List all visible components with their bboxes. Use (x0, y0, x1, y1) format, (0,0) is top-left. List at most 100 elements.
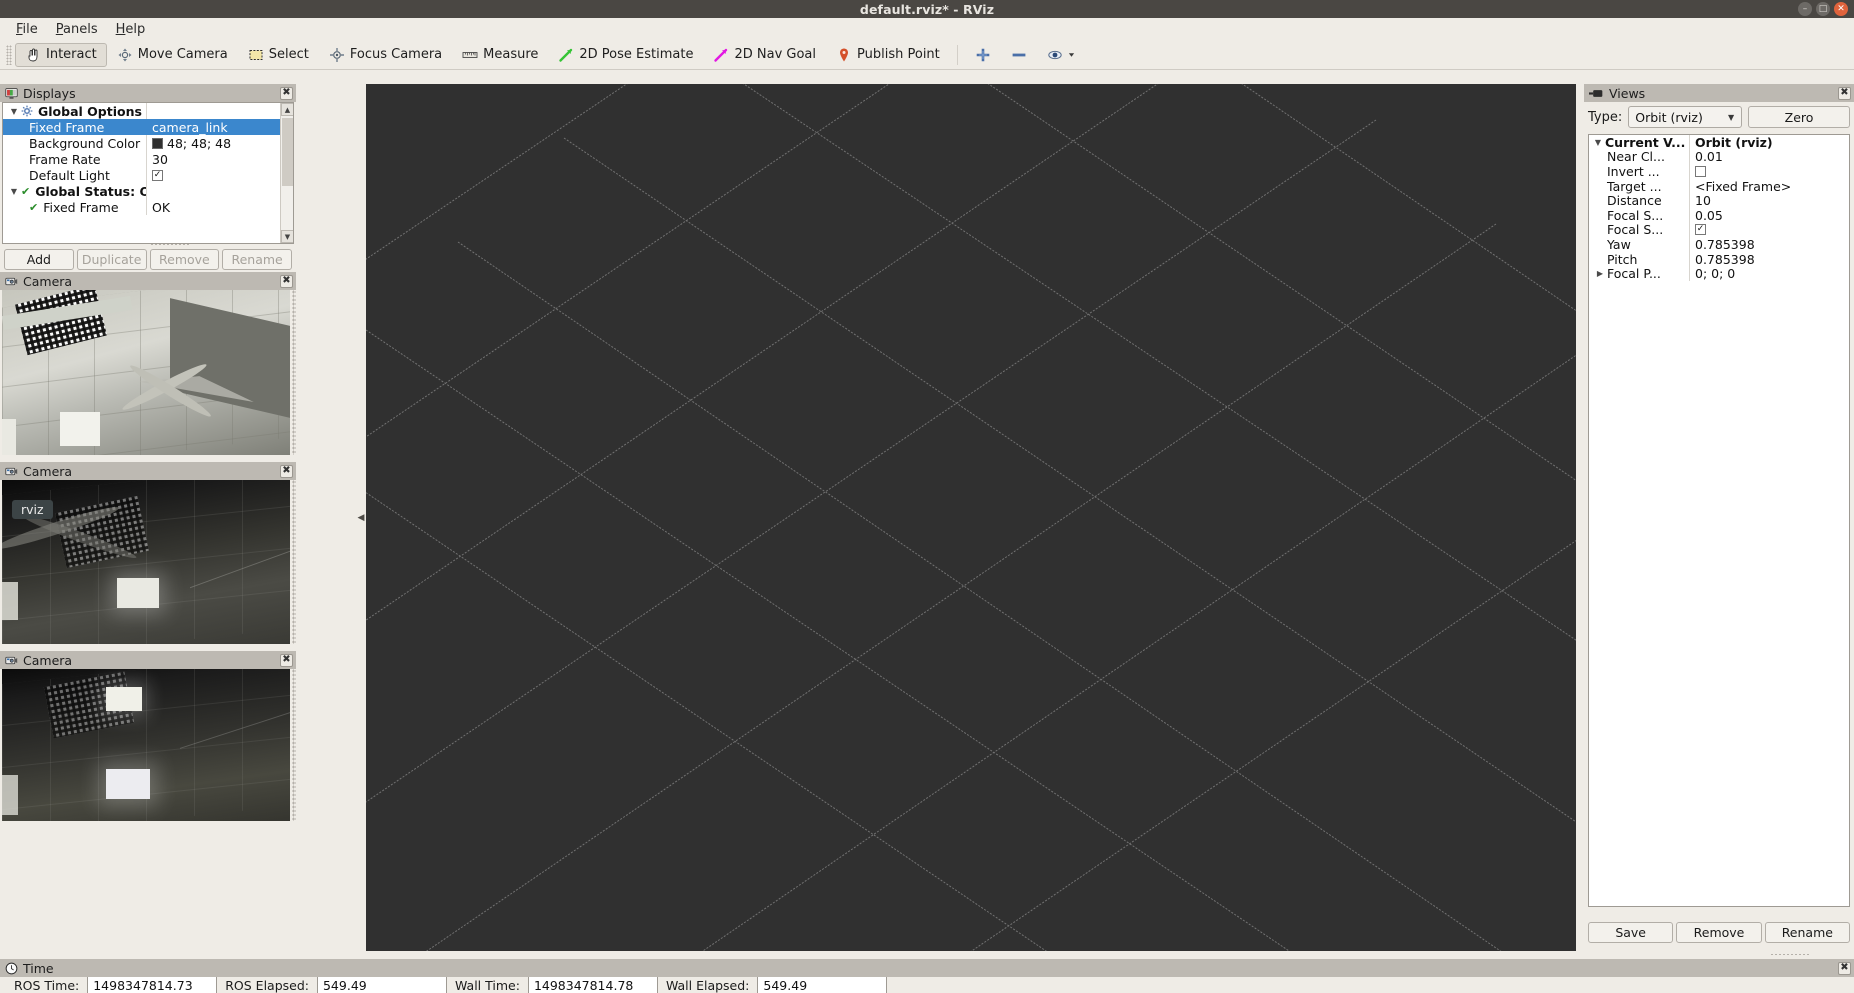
display-row-value-status[interactable]: OK (146, 199, 280, 215)
remove-display-button[interactable]: Remove (149, 249, 220, 270)
displays-scrollbar[interactable]: ▲ ▼ (280, 103, 293, 243)
tool-move-camera[interactable]: Move Camera (107, 43, 238, 67)
camera-panel-1-splitter[interactable] (292, 290, 296, 455)
camera-panel-2-splitter[interactable] (292, 480, 296, 644)
duplicate-display-button[interactable]: Duplicate (76, 249, 147, 270)
views-row-pitch[interactable]: Pitch 0.785398 (1589, 252, 1849, 267)
wall-elapsed-input[interactable]: 549.49 (757, 977, 888, 993)
color-swatch-icon[interactable] (152, 137, 163, 149)
displays-close-icon[interactable]: ✖ (280, 86, 293, 100)
camera-panel-1-view[interactable] (2, 290, 290, 455)
views-row-current-view[interactable]: ▼ Current V... Orbit (rviz) (1589, 135, 1849, 150)
tool-2d-pose-estimate[interactable]: 2D Pose Estimate (548, 43, 703, 67)
remove-view-button[interactable]: Remove (1676, 922, 1762, 943)
time-resize-grip[interactable] (1770, 953, 1810, 957)
display-row-value-frame-rate[interactable]: 30 (146, 151, 280, 167)
left-dock-collapse-handle[interactable]: ◀ (356, 84, 366, 951)
views-row-value[interactable]: <Fixed Frame> (1689, 178, 1849, 194)
views-row-focal-shape-size[interactable]: Focal S... 0.05 (1589, 208, 1849, 223)
tool-interact[interactable]: Interact (15, 42, 107, 67)
camera-panel-3-view[interactable] (2, 669, 290, 821)
views-row-value[interactable]: 0; 0; 0 (1689, 266, 1849, 281)
views-zero-button[interactable]: Zero (1748, 106, 1850, 128)
views-row-value[interactable]: 0.01 (1689, 149, 1849, 165)
menu-panels[interactable]: Panels (48, 20, 106, 39)
tool-publish-point[interactable]: Publish Point (826, 43, 950, 67)
default-light-checkbox[interactable]: ✓ (152, 169, 163, 181)
display-row-default-light[interactable]: Default Light ✓ (3, 167, 280, 183)
save-view-button[interactable]: Save (1588, 922, 1674, 943)
camera-panel-2-close-icon[interactable]: ✖ (280, 464, 293, 478)
display-row-value[interactable] (146, 183, 280, 199)
camera-panel-3-splitter[interactable] (292, 669, 296, 821)
time-panel-header: Time ✖ (0, 959, 1854, 977)
camera-panel-3-close-icon[interactable]: ✖ (280, 653, 293, 667)
views-row-focal-shape-fixed-size[interactable]: Focal S... ✓ (1589, 222, 1849, 238)
focal-shape-fixed-size-checkbox[interactable]: ✓ (1695, 224, 1706, 236)
rename-display-button[interactable]: Rename (222, 249, 292, 270)
tool-measure[interactable]: Measure (452, 43, 548, 67)
disclosure-down-icon[interactable]: ▼ (1591, 138, 1605, 147)
views-tree[interactable]: ▼ Current V... Orbit (rviz) Near Cl... 0… (1588, 134, 1850, 907)
views-close-icon[interactable]: ✖ (1838, 86, 1851, 100)
invert-z-checkbox[interactable] (1695, 165, 1706, 177)
add-display-button[interactable]: Add (4, 249, 74, 270)
minimize-button[interactable]: – (1798, 2, 1812, 16)
time-close-icon[interactable]: ✖ (1838, 961, 1851, 975)
displays-tree[interactable]: ▼ Global Options Fixed Frame camera_link… (2, 102, 294, 244)
rviz-window: default.rviz* - RViz – □ ✕ File Panels H… (0, 0, 1854, 993)
toolbar-grip[interactable] (6, 44, 12, 65)
views-row-distance[interactable]: Distance 10 (1589, 193, 1849, 208)
toolbar-minus-button[interactable] (1001, 43, 1037, 67)
maximize-button[interactable]: □ (1816, 2, 1830, 16)
camera-panel-1-close-icon[interactable]: ✖ (280, 274, 293, 288)
views-row-value[interactable]: 10 (1689, 193, 1849, 208)
disclosure-down-icon[interactable]: ▼ (7, 107, 21, 116)
wall-time-input[interactable]: 1498347814.78 (527, 977, 658, 993)
views-row-value[interactable]: 0.05 (1689, 207, 1849, 223)
display-row-fixed-frame[interactable]: Fixed Frame camera_link (3, 119, 280, 135)
views-row-focal-point[interactable]: ▶ Focal P... 0; 0; 0 (1589, 266, 1849, 281)
display-row-value-background-color[interactable]: 48; 48; 48 (146, 135, 280, 151)
views-row-target-frame[interactable]: Target ... <Fixed Frame> (1589, 179, 1849, 194)
menu-file[interactable]: File (8, 20, 46, 39)
views-row-value[interactable]: 0.785398 (1689, 237, 1849, 252)
views-type-combobox[interactable]: Orbit (rviz) ▼ (1628, 106, 1743, 128)
tool-2d-nav-goal[interactable]: 2D Nav Goal (703, 43, 826, 67)
tool-select[interactable]: Select (238, 43, 319, 67)
displays-resize-grip[interactable] (150, 243, 190, 247)
views-row-yaw[interactable]: Yaw 0.785398 (1589, 237, 1849, 252)
views-row-value[interactable]: ✓ (1689, 222, 1849, 238)
views-row-value[interactable]: 0.785398 (1689, 251, 1849, 267)
disclosure-right-icon[interactable]: ▶ (1593, 269, 1607, 278)
close-button[interactable]: ✕ (1834, 2, 1848, 16)
ros-time-label: ROS Time: (14, 977, 80, 993)
display-row-value[interactable] (146, 103, 280, 119)
rename-view-button[interactable]: Rename (1764, 922, 1850, 943)
3d-render-view[interactable] (366, 84, 1576, 951)
display-row-value-fixed-frame[interactable]: camera_link (146, 119, 280, 135)
views-row-invert-z[interactable]: Invert ... (1589, 164, 1849, 179)
display-row-frame-rate[interactable]: Frame Rate 30 (3, 151, 280, 167)
camera-panel-2: Camera ✖ rviz (0, 462, 296, 644)
toolbar-plus-button[interactable] (965, 43, 1001, 67)
toolbar-eye-button[interactable] (1037, 43, 1085, 67)
scroll-down-icon[interactable]: ▼ (281, 230, 293, 243)
display-row-global-options[interactable]: ▼ Global Options (3, 103, 280, 119)
scroll-thumb[interactable] (282, 118, 293, 186)
display-row-status-fixed-frame[interactable]: ✔ Fixed Frame OK (3, 199, 280, 215)
ros-time-input[interactable]: 1498347814.73 (87, 977, 218, 993)
ros-elapsed-input[interactable]: 549.49 (316, 977, 447, 993)
menu-help[interactable]: Help (108, 20, 154, 39)
scroll-up-icon[interactable]: ▲ (281, 103, 293, 116)
green-arrow-icon (559, 48, 573, 62)
disclosure-down-icon[interactable]: ▼ (7, 187, 21, 196)
views-row-value[interactable]: Orbit (rviz) (1689, 135, 1849, 150)
display-row-value-default-light[interactable]: ✓ (146, 167, 280, 183)
views-row-value[interactable] (1689, 164, 1849, 179)
camera-panel-2-view[interactable]: rviz (2, 480, 290, 644)
display-row-global-status[interactable]: ▼ ✔ Global Status: Ok (3, 183, 280, 199)
tool-focus-camera[interactable]: Focus Camera (319, 43, 452, 67)
display-row-background-color[interactable]: Background Color 48; 48; 48 (3, 135, 280, 151)
views-row-near-clip[interactable]: Near Cl... 0.01 (1589, 149, 1849, 165)
